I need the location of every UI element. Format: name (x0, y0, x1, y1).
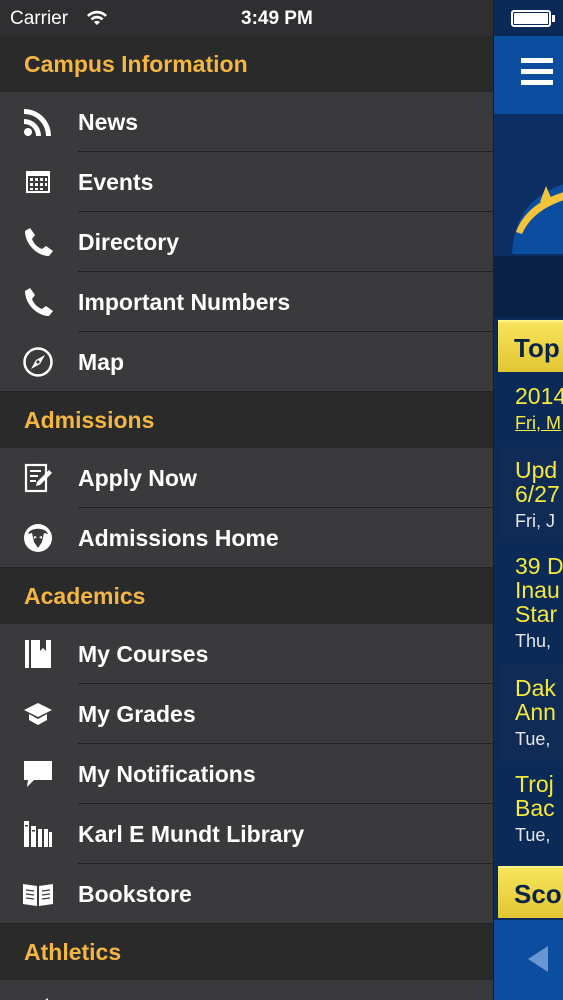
clock: 3:49 PM (241, 8, 313, 29)
status-bar: Carrier 3:49 PM (0, 0, 493, 36)
menu-item-label: Map (78, 349, 124, 375)
speech-bubble-icon (21, 758, 55, 790)
mascot-icon (21, 522, 55, 554)
side-menu: Campus Information News Events Directory… (0, 36, 493, 1000)
phone-icon (21, 286, 55, 318)
menu-item-apply-now[interactable]: Apply Now (0, 448, 493, 508)
phone-icon (21, 226, 55, 258)
hamburger-menu-icon[interactable] (521, 58, 553, 88)
menu-item-label: Important Numbers (78, 289, 291, 315)
banner-image (494, 114, 563, 258)
battery-icon (511, 10, 551, 27)
menu-item-label: Events (78, 169, 154, 195)
carrier-label: Carrier (10, 8, 69, 29)
menu-item-directory[interactable]: Directory (0, 212, 493, 272)
menu-item-my-courses[interactable]: My Courses (0, 624, 493, 684)
menu-item-label: Admissions Home (78, 525, 279, 551)
menu-item-news[interactable]: News (0, 92, 493, 152)
scores-header: Scor (498, 866, 563, 918)
news-item[interactable]: Troj Bac Tue, (498, 772, 563, 864)
calendar-icon (21, 166, 55, 198)
menu-item-label: News (78, 109, 139, 135)
news-item[interactable]: 39 D Inau Star Thu, (498, 554, 563, 664)
menu-item-karl-e-mundt-library[interactable]: Karl E Mundt Library (0, 804, 493, 864)
section-header-academics: Academics (0, 568, 493, 624)
main-content-peek[interactable]: Top 2014 Fri, M Upd 6/27 Fri, J 39 D Ina… (493, 0, 563, 1000)
menu-item-map[interactable]: Map (0, 332, 493, 392)
news-item[interactable]: Dak Ann Tue, (498, 664, 563, 762)
book-icon (21, 638, 55, 670)
menu-item-bookstore[interactable]: Bookstore (0, 864, 493, 924)
graduation-cap-icon (21, 698, 55, 730)
menu-item-label: Directory (78, 229, 179, 255)
menu-item-label: My Notifications (78, 761, 256, 787)
back-arrow-icon[interactable] (528, 946, 548, 972)
menu-item-label: Bookstore (78, 881, 192, 907)
top-stories-header: Top (498, 320, 563, 372)
library-books-icon (21, 818, 55, 850)
news-item[interactable]: Upd 6/27 Fri, J (498, 446, 563, 542)
open-book-icon (21, 878, 55, 910)
menu-item-events[interactable]: Events (0, 152, 493, 212)
news-item[interactable]: 2014 Fri, M (498, 384, 563, 444)
section-header-campus-information: Campus Information (0, 36, 493, 92)
menu-item-label: Karl E Mundt Library (78, 821, 305, 847)
section-header-athletics: Athletics (0, 924, 493, 980)
menu-item-admissions-home[interactable]: Admissions Home (0, 508, 493, 568)
mascot-logo-icon (512, 184, 563, 254)
rss-icon (21, 106, 55, 138)
menu-item-my-grades[interactable]: My Grades (0, 684, 493, 744)
wifi-icon (87, 10, 107, 25)
menu-item-label: My Courses (78, 641, 209, 667)
edit-form-icon (21, 462, 55, 494)
menu-item-label: Apply Now (78, 465, 197, 491)
menu-item-important-numbers[interactable]: Important Numbers (0, 272, 493, 332)
megaphone-icon (21, 994, 55, 1000)
menu-item-athletics-partial[interactable] (0, 980, 493, 1000)
menu-item-my-notifications[interactable]: My Notifications (0, 744, 493, 804)
compass-icon (21, 346, 55, 378)
section-header-admissions: Admissions (0, 392, 493, 448)
menu-item-label: My Grades (78, 701, 196, 727)
